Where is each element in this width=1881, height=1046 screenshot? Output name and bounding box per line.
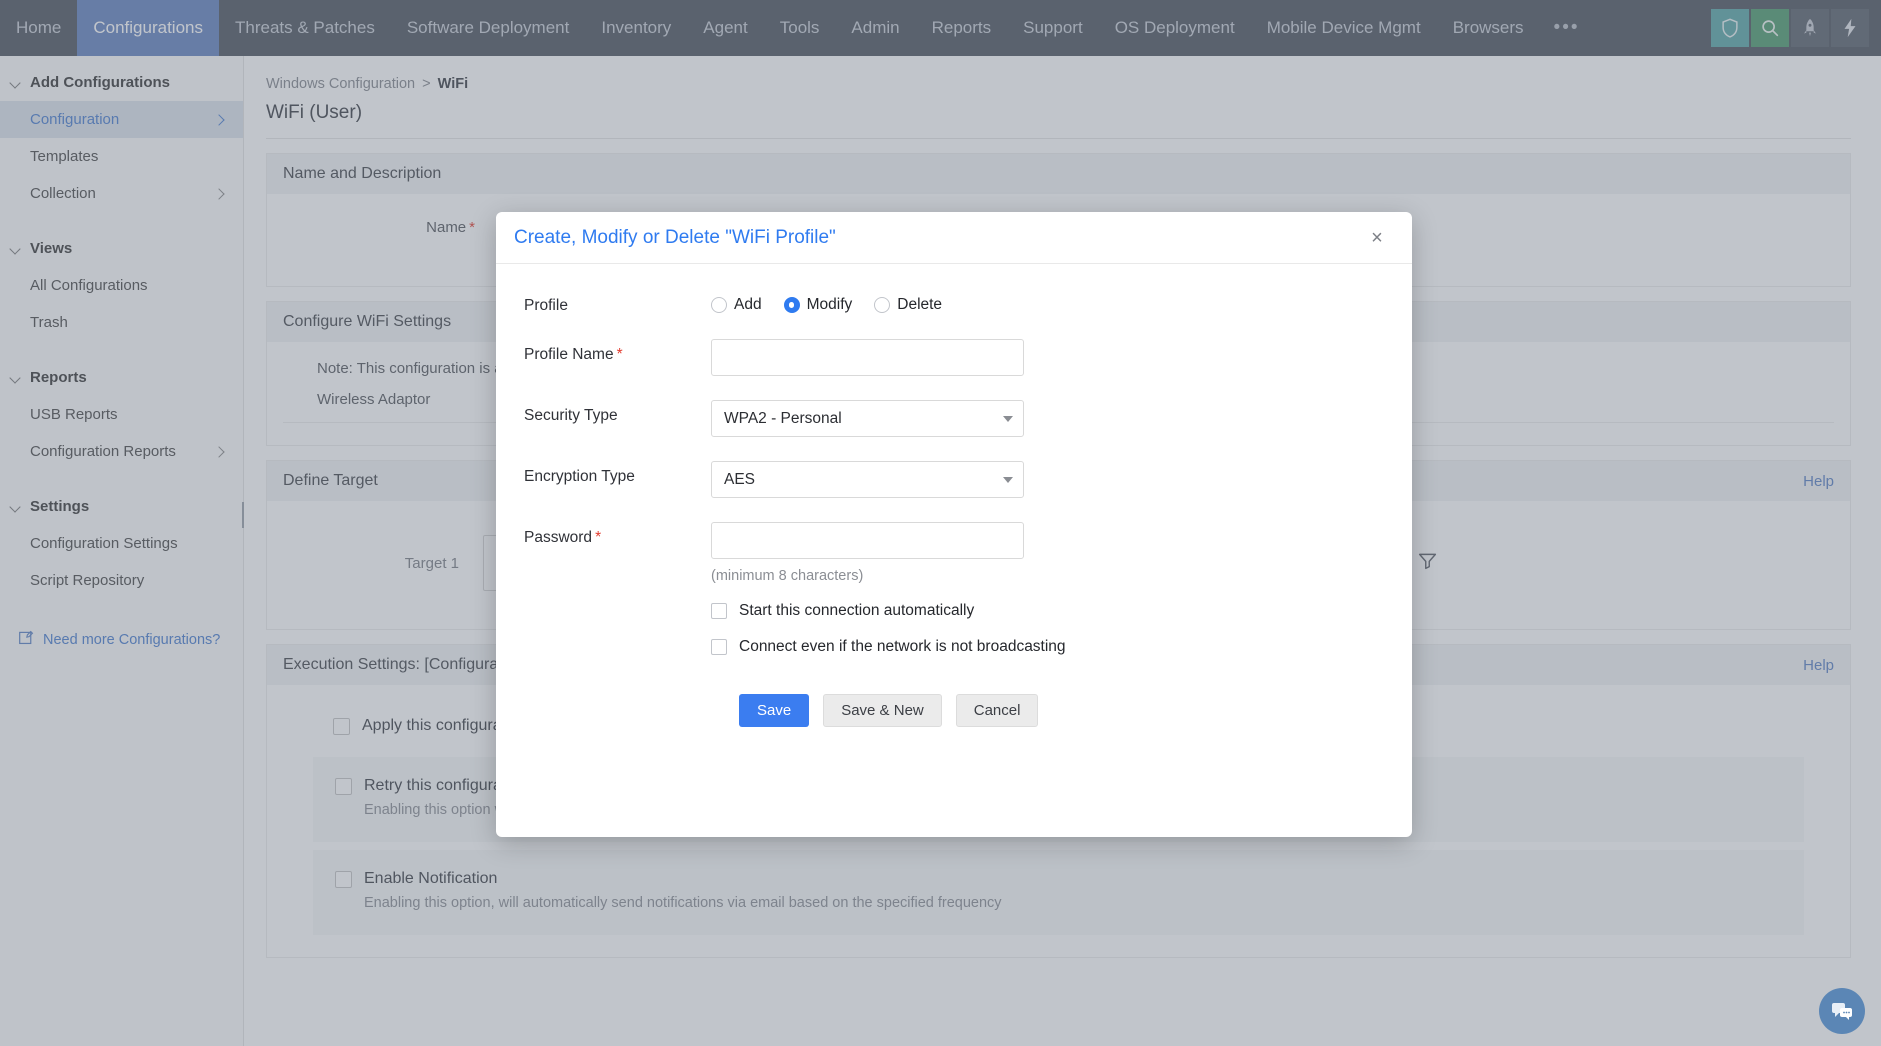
security-type-row: Security Type WPA2 - Personal xyxy=(496,400,1412,437)
profile-radio-label: Add xyxy=(734,296,762,313)
security-type-value: WPA2 - Personal xyxy=(724,409,842,427)
password-input[interactable] xyxy=(711,522,1024,559)
modal-checkbox-label: Connect even if the network is not broad… xyxy=(739,638,1066,655)
profile-radio-group: Add Modify Delete xyxy=(711,290,942,314)
profile-name-label: Profile Name * xyxy=(496,339,711,364)
modal-action-bar: Save Save & New Cancel xyxy=(496,680,1412,727)
save-button[interactable]: Save xyxy=(739,694,810,727)
radio-add-indicator[interactable] xyxy=(711,297,727,313)
profile-radio-delete[interactable]: Delete xyxy=(874,296,942,314)
modal-body: Profile Add Modify Delete Profile Name * Se… xyxy=(496,264,1412,727)
start-connection-automatically-checkbox[interactable] xyxy=(711,603,727,619)
profile-radio-add[interactable]: Add xyxy=(711,296,762,314)
modal-checkbox-group: Start this connection automatically Conne… xyxy=(711,602,1066,656)
password-hint: (minimum 8 characters) xyxy=(711,568,864,584)
radio-delete-indicator[interactable] xyxy=(874,297,891,313)
profile-name-row: Profile Name * xyxy=(496,339,1412,376)
chat-bubble-icon[interactable] xyxy=(1819,988,1865,1034)
profile-name-label-text: Profile Name xyxy=(524,346,614,363)
password-label: Password * xyxy=(496,522,711,547)
chevron-down-icon xyxy=(1003,476,1013,483)
save-and-new-button[interactable]: Save & New xyxy=(823,694,942,727)
encryption-type-row: Encryption Type AES xyxy=(496,461,1412,498)
modal-header: Create, Modify or Delete "WiFi Profile" … xyxy=(496,212,1412,264)
cancel-button[interactable]: Cancel xyxy=(955,694,1039,727)
close-icon[interactable]: × xyxy=(1364,225,1390,251)
connect-not-broadcasting-checkbox[interactable] xyxy=(711,639,727,655)
radio-modify-indicator[interactable] xyxy=(783,297,800,313)
modal-checkbox-label: Start this connection automatically xyxy=(739,602,975,619)
wifi-profile-modal: Create, Modify or Delete "WiFi Profile" … xyxy=(496,212,1412,837)
profile-radio-label: Modify xyxy=(806,296,853,313)
profile-radio-label: Delete xyxy=(897,296,943,313)
encryption-type-value: AES xyxy=(724,470,756,488)
modal-checkbox-row: Connect even if the network is not broad… xyxy=(711,638,1066,656)
password-required-marker: * xyxy=(595,529,602,546)
security-type-select[interactable]: WPA2 - Personal xyxy=(711,400,1024,437)
profile-action-row: Profile Add Modify Delete xyxy=(496,290,1412,315)
encryption-type-select[interactable]: AES xyxy=(711,461,1024,498)
profile-name-input[interactable] xyxy=(711,339,1024,376)
profile-label: Profile xyxy=(524,297,568,314)
security-type-label: Security Type xyxy=(524,407,618,424)
profile-name-required-marker: * xyxy=(616,346,623,363)
modal-title: Create, Modify or Delete "WiFi Profile" xyxy=(514,226,836,248)
modal-checkbox-row: Start this connection automatically xyxy=(711,602,1066,620)
chevron-down-icon xyxy=(1003,415,1013,422)
profile-radio-modify[interactable]: Modify xyxy=(783,296,853,314)
password-label-text: Password xyxy=(524,529,593,546)
password-row: Password * (minimum 8 characters) Start t… xyxy=(496,522,1412,656)
encryption-type-label: Encryption Type xyxy=(524,468,635,485)
